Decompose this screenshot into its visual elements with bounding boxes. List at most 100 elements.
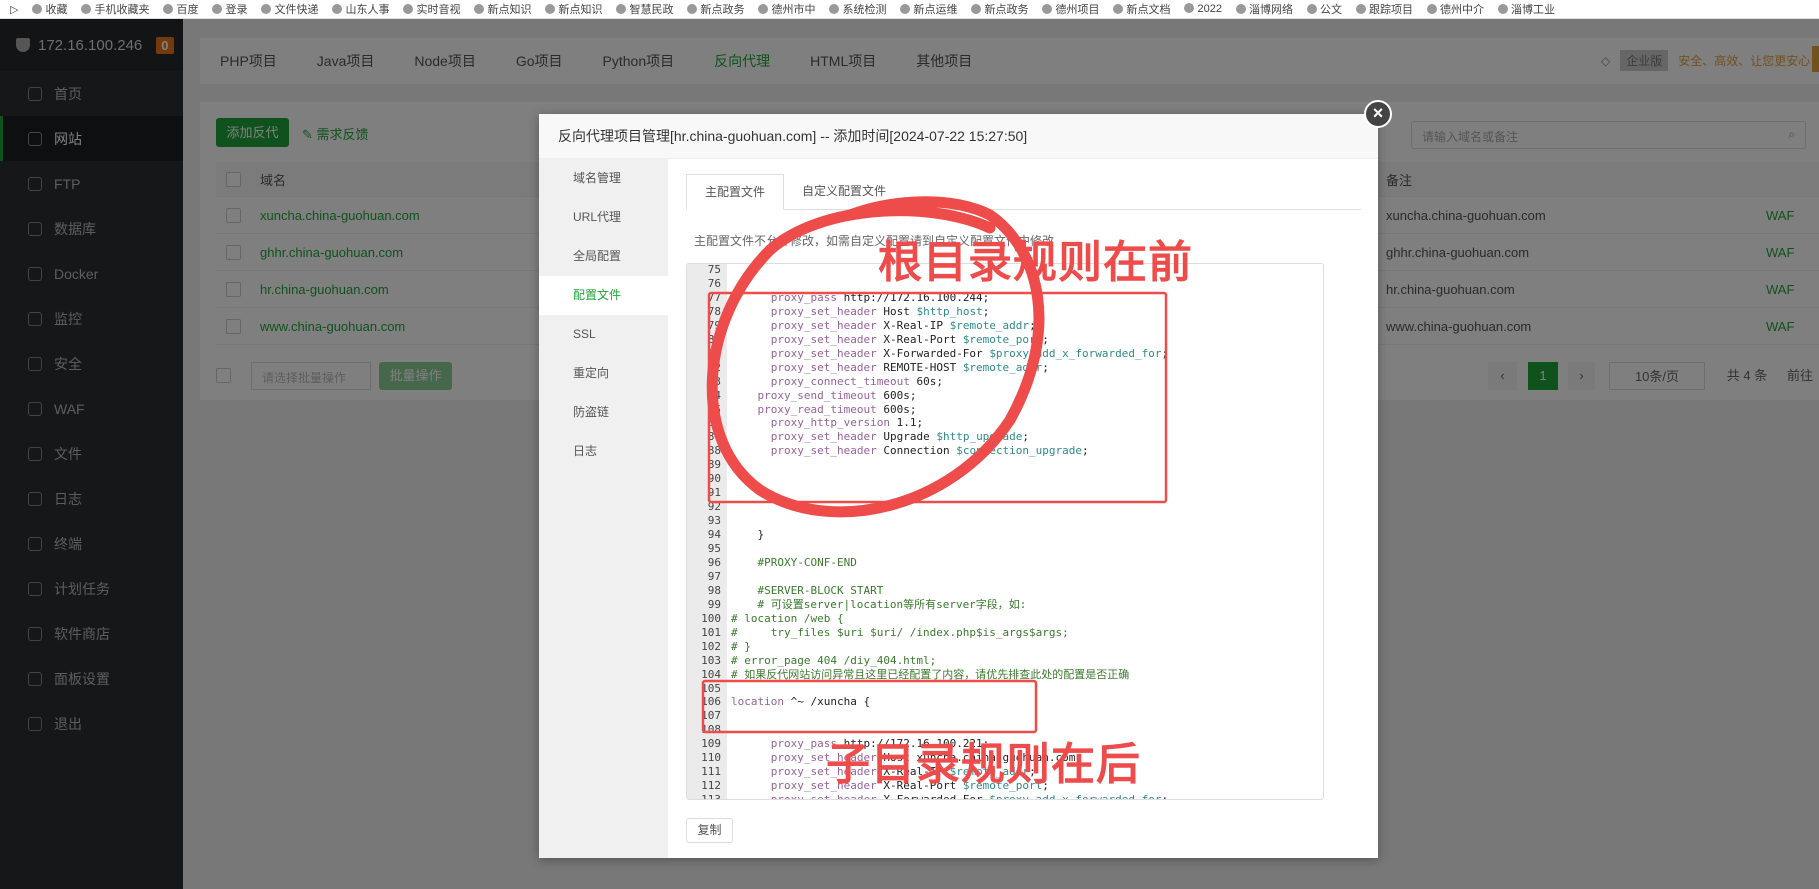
code-token: proxy_set_header (770, 318, 877, 332)
modal-menu-item[interactable]: 全局配置 (539, 237, 668, 276)
line-number: 75 (707, 263, 721, 276)
code-token: proxy_read_timeout (757, 402, 877, 416)
bookmark-label: 实时音视 (416, 4, 461, 16)
line-number: 102 (701, 639, 721, 653)
code-token: proxy_pass (770, 290, 837, 304)
bookmark-item[interactable]: 德州市中 (758, 1, 815, 17)
line-number: 79 (707, 318, 721, 332)
bookmark-item[interactable]: 山东人事 (332, 1, 389, 17)
tab-main-config[interactable]: 主配置文件 (686, 174, 785, 210)
bookmark-icon (1184, 3, 1195, 13)
bookmark-item[interactable]: 2022 (1184, 3, 1222, 15)
bookmark-label: 新点文档 (1126, 4, 1171, 16)
modal-menu-item[interactable]: 日志 (539, 432, 668, 471)
code-line: 101 # try_files $uri $uri/ /index.php$is_… (687, 626, 1317, 640)
bookmark-label: 百度 (176, 4, 199, 16)
bookmark-label: 新点政务 (700, 4, 745, 16)
code-token: http://172.16.100.244; (836, 290, 990, 304)
bookmark-item[interactable]: 跟踪项目 (1355, 1, 1413, 17)
close-modal-icon[interactable]: × (1364, 100, 1392, 128)
bookmark-icon (900, 4, 911, 14)
bookmark-item[interactable]: 智慧民政 (616, 1, 673, 17)
bookmark-item[interactable]: 新点知识 (474, 1, 531, 17)
bookmark-item[interactable]: 系统检测 (829, 1, 886, 17)
code-line: 86 proxy_http_version 1.1; (687, 416, 1317, 430)
line-number: 97 (707, 569, 721, 583)
code-token: $http_upgrade (936, 430, 1023, 444)
code-token: 1.1; (889, 416, 924, 430)
code-token: $remote_addr (962, 360, 1043, 374)
code-editor[interactable]: 75 76 77 proxy_pass http://172.16.100.244;… (686, 263, 1324, 800)
bookmark-item[interactable]: 淄博工业 (1497, 1, 1555, 17)
modal-menu-item[interactable]: 防盗链 (539, 393, 668, 432)
bookmark-icon (1042, 4, 1053, 14)
modal-menu-item[interactable]: URL代理 (539, 198, 668, 237)
code-token: proxy_set_header (770, 360, 877, 374)
bookmark-icon (261, 4, 272, 14)
code-line: 87 proxy_set_header Upgrade $http_upgrad… (687, 430, 1317, 444)
line-number: 78 (707, 304, 721, 318)
code-line: 85 proxy_read_timeout 600s; (687, 403, 1317, 417)
bookmark-item[interactable]: 德州项目 (1042, 1, 1099, 17)
line-number: 85 (707, 402, 721, 416)
line-number: 96 (707, 555, 721, 569)
bookmark-icon (616, 4, 627, 14)
code-token: proxy_set_header (770, 430, 877, 444)
modal-menu-item[interactable]: SSL (539, 315, 668, 354)
bookmark-item[interactable]: 新点政务 (687, 1, 744, 17)
sidebar-toggle-icon[interactable]: ▷ (10, 3, 18, 16)
code-token: # try_files $uri $uri/ /index.php$is_arg… (731, 625, 1069, 639)
code-token: REMOTE-HOST (876, 360, 963, 374)
code-token: proxy_set_header (770, 793, 877, 800)
bookmark-item[interactable]: 登录 (212, 1, 247, 17)
bookmark-icon (81, 4, 92, 14)
code-token: ; (1161, 346, 1169, 360)
bookmark-item[interactable]: 百度 (163, 1, 198, 17)
bookmark-item[interactable]: 新点运维 (900, 1, 957, 17)
code-line: 105 (687, 682, 1317, 696)
config-tabs: 主配置文件 自定义配置文件 (686, 174, 1361, 210)
code-line: 79 proxy_set_header X-Real-IP $remote_ad… (687, 319, 1317, 333)
bookmark-item[interactable]: 公文 (1306, 1, 1342, 17)
code-line: 90 (687, 472, 1317, 486)
code-line: 89 (687, 458, 1317, 472)
code-token: ; (1161, 793, 1169, 800)
modal-menu-item[interactable]: 重定向 (539, 354, 668, 393)
code-line: 88 proxy_set_header Connection $connecti… (687, 444, 1317, 458)
line-number: 84 (707, 388, 721, 402)
code-token: ^~ /xuncha { (783, 695, 871, 709)
code-token: # location /web { (731, 611, 844, 625)
code-token: ; (1029, 318, 1036, 332)
modal-menu: 域名管理 URL代理 全局配置 配置文件 SSL 重定向 防盗链 日志 (539, 159, 668, 858)
bookmark-icon (32, 4, 43, 14)
code-token: proxy_send_timeout (757, 388, 877, 402)
code-line: 97 (687, 570, 1317, 584)
tab-custom-config[interactable]: 自定义配置文件 (784, 174, 904, 209)
code-line: 84 proxy_send_timeout 600s; (687, 389, 1317, 403)
code-line: 93 (687, 514, 1317, 528)
code-line: 107 (687, 709, 1317, 723)
bookmark-item[interactable]: 收藏 (32, 1, 67, 17)
code-line: 99 # 可设置server|location等所有server字段，如: (687, 598, 1317, 612)
bookmark-item[interactable]: 新点政务 (971, 1, 1028, 17)
bookmark-label: 收藏 (45, 4, 68, 16)
code-token: # 如果反代网站访问异常且这里已经配置了内容，请优先排查此处的配置是否正确 (731, 667, 1130, 681)
modal-menu-item[interactable]: 域名管理 (539, 159, 668, 198)
code-line: 98 #SERVER-BLOCK START (687, 584, 1317, 598)
bookmark-item[interactable]: 新点知识 (545, 1, 602, 17)
bookmark-item[interactable]: 新点文档 (1113, 1, 1170, 17)
bookmark-item[interactable]: 实时音视 (403, 1, 460, 17)
bookmark-icon (332, 4, 343, 14)
modal-menu-item[interactable]: 配置文件 (539, 276, 668, 315)
bookmark-item[interactable]: 文件快递 (261, 1, 318, 17)
code-token: $http_host (916, 304, 983, 318)
copy-button[interactable]: 复制 (686, 818, 733, 843)
code-token: $connection_upgrade (956, 444, 1083, 458)
bookmark-item[interactable]: 淄博网络 (1235, 1, 1293, 17)
bookmark-icon (474, 4, 485, 14)
bookmark-item[interactable]: 手机收藏夹 (81, 1, 149, 17)
bookmark-item[interactable]: 德州中介 (1426, 1, 1484, 17)
